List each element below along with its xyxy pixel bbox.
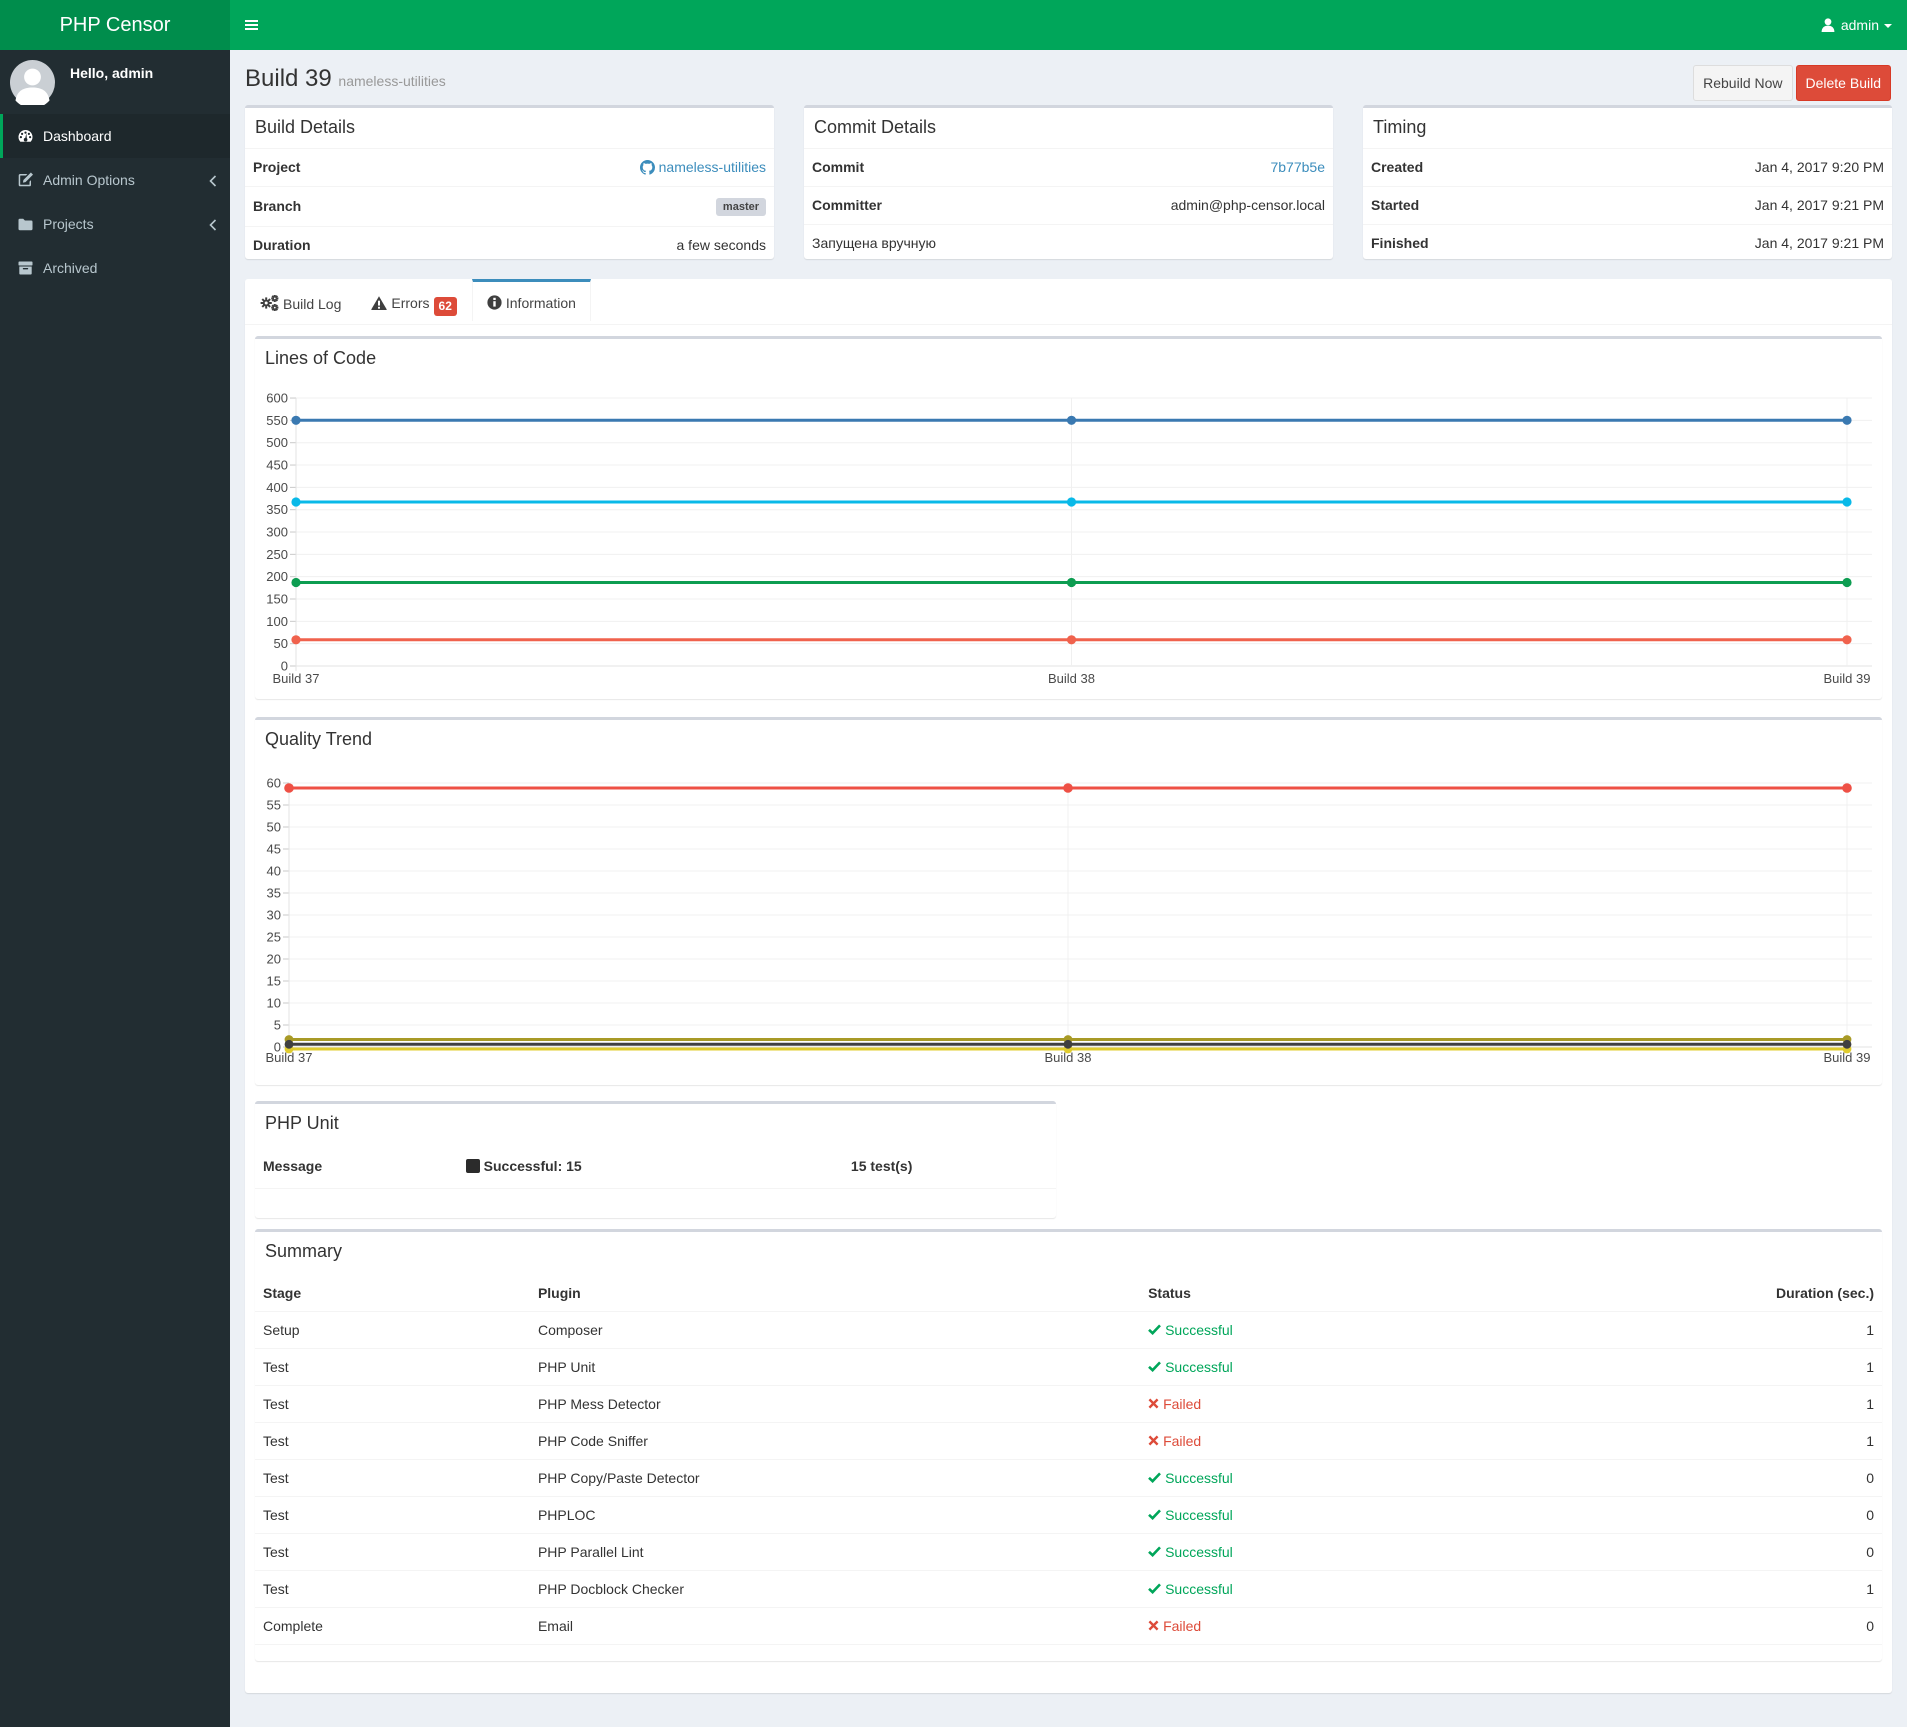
svg-text:50: 50 [267,820,281,835]
svg-text:30: 30 [267,908,281,923]
svg-text:40: 40 [267,864,281,879]
svg-text:250: 250 [266,547,288,562]
svg-text:25: 25 [267,930,281,945]
svg-text:20: 20 [267,952,281,967]
svg-text:Build 38: Build 38 [1048,671,1095,686]
svg-text:350: 350 [266,502,288,517]
svg-text:15: 15 [267,974,281,989]
svg-text:450: 450 [266,458,288,473]
svg-text:Build 37: Build 37 [273,671,320,686]
svg-text:55: 55 [267,798,281,813]
svg-text:45: 45 [267,842,281,857]
svg-text:600: 600 [266,391,288,406]
svg-text:400: 400 [266,480,288,495]
svg-text:60: 60 [267,776,281,791]
svg-text:10: 10 [267,996,281,1011]
svg-text:100: 100 [266,614,288,629]
svg-text:5: 5 [274,1018,281,1033]
svg-text:500: 500 [266,435,288,450]
svg-text:35: 35 [267,886,281,901]
svg-text:150: 150 [266,592,288,607]
svg-text:Build 39: Build 39 [1824,671,1871,686]
svg-text:550: 550 [266,413,288,428]
svg-text:50: 50 [274,636,288,651]
svg-text:200: 200 [266,569,288,584]
svg-text:300: 300 [266,525,288,540]
